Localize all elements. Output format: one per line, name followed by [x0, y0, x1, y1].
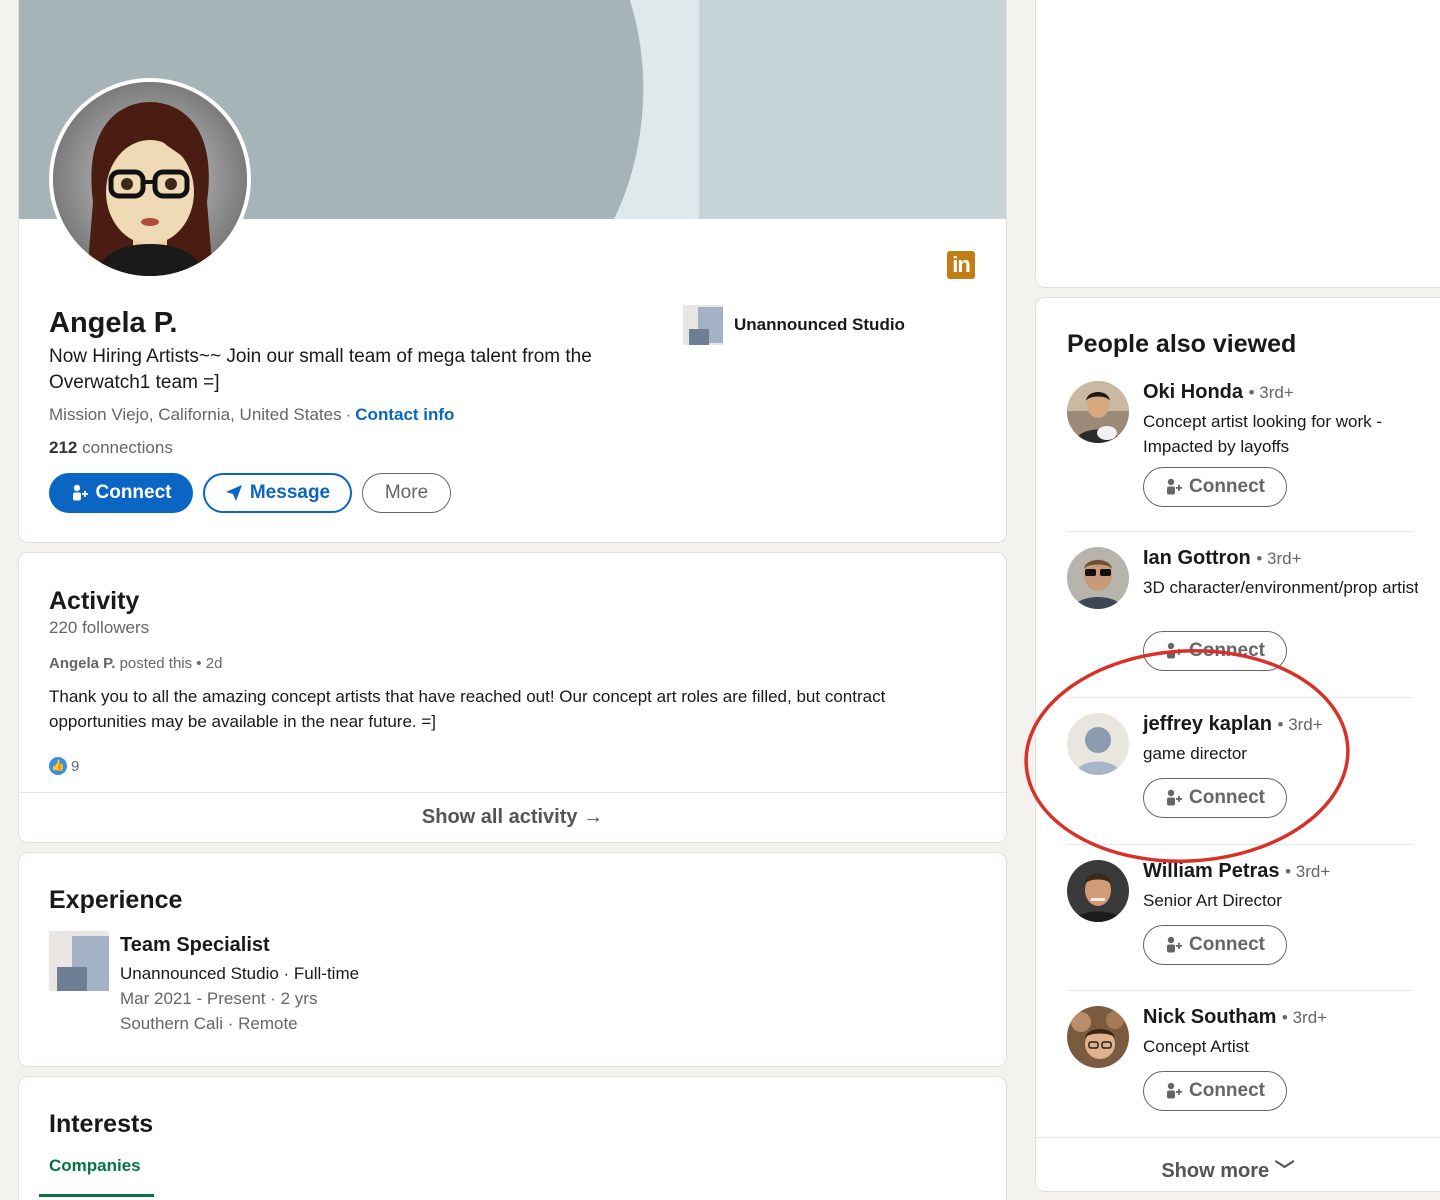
connections-label: connections: [82, 438, 173, 457]
profile-name: Angela P.: [49, 307, 178, 339]
connections-count[interactable]: 212 connections: [49, 438, 173, 458]
person-name[interactable]: William Petras • 3rd+: [1143, 860, 1330, 883]
activity-followers: 220 followers: [49, 618, 150, 637]
connect-label: Connect: [95, 482, 172, 503]
connections-number: 212: [49, 438, 78, 457]
job-location: Southern Cali · Remote: [120, 1014, 298, 1033]
person-avatar[interactable]: [1067, 381, 1129, 443]
show-more-button[interactable]: Show more ﹀: [1036, 1154, 1420, 1183]
divider: [1067, 844, 1412, 845]
person-avatar[interactable]: [1067, 1006, 1129, 1068]
person-avatar[interactable]: [1067, 547, 1129, 609]
divider: [1067, 990, 1412, 991]
active-tab-indicator: [39, 1194, 154, 1197]
post-reactions[interactable]: 👍 9: [49, 757, 79, 775]
sidebar-top-card: [1035, 0, 1440, 288]
divider: [19, 792, 1006, 793]
add-person-icon: [1167, 789, 1182, 806]
person-connect-button[interactable]: Connect: [1143, 778, 1287, 818]
linkedin-logo-icon: in: [947, 251, 975, 279]
interests-card: Interests Companies: [18, 1076, 1007, 1200]
connect-button[interactable]: Connect: [49, 473, 193, 513]
add-person-icon: [1167, 936, 1182, 953]
person-name[interactable]: Ian Gottron • 3rd+: [1143, 547, 1302, 570]
add-person-icon: [72, 484, 88, 501]
experience-card: Experience Team Specialist Unannounced S…: [18, 852, 1007, 1067]
people-also-viewed-card: People also viewed Oki Honda • 3rd+ Conc…: [1035, 297, 1440, 1192]
person-name[interactable]: jeffrey kaplan • 3rd+: [1143, 713, 1323, 736]
person-headline: game director: [1143, 744, 1247, 763]
send-icon: [225, 485, 242, 501]
connection-degree: • 3rd+: [1277, 715, 1323, 734]
divider: [1036, 1137, 1440, 1138]
profile-headline: Now Hiring Artists~~ Join our small team…: [49, 346, 592, 393]
more-label: More: [384, 482, 429, 503]
person-avatar-placeholder[interactable]: [1067, 713, 1129, 775]
interests-title: Interests: [49, 1110, 154, 1138]
add-person-icon: [1167, 642, 1182, 659]
connection-degree: • 3rd+: [1256, 549, 1302, 568]
more-button[interactable]: More: [362, 473, 451, 513]
job-title: Team Specialist: [120, 934, 270, 956]
activity-title: Activity: [49, 587, 140, 615]
location-separator: ·: [345, 405, 352, 424]
profile-location-line: Mission Viejo, California, United States…: [49, 405, 454, 425]
person-headline: 3D character/environment/prop artist loo…: [1143, 578, 1418, 597]
like-icon: 👍: [49, 757, 67, 775]
show-all-activity-button[interactable]: Show all activity →: [19, 806, 1006, 829]
person-headline: Concept Artist: [1143, 1037, 1249, 1056]
message-label: Message: [249, 482, 331, 503]
job-dates: Mar 2021 - Present · 2 yrs: [120, 989, 318, 1008]
divider: [1067, 697, 1412, 698]
contact-info-link[interactable]: Contact info: [355, 405, 454, 424]
experience-title: Experience: [49, 886, 183, 914]
divider: [1067, 531, 1412, 532]
profile-avatar[interactable]: [49, 78, 251, 280]
connection-degree: • 3rd+: [1285, 862, 1331, 881]
tab-companies[interactable]: Companies: [49, 1156, 141, 1176]
person-avatar[interactable]: [1067, 860, 1129, 922]
job-company: Unannounced Studio · Full-time: [120, 964, 360, 983]
person-connect-button[interactable]: Connect: [1143, 631, 1287, 671]
activity-card: Activity 220 followers Angela P. posted …: [18, 552, 1007, 843]
person-name[interactable]: Oki Honda • 3rd+: [1143, 381, 1294, 404]
profile-card: in Unannounced Studio Angela P. Now Hiri…: [18, 0, 1007, 543]
post-time: posted this • 2d: [119, 655, 223, 672]
person-connect-button[interactable]: Connect: [1143, 467, 1287, 507]
connection-degree: • 3rd+: [1248, 383, 1294, 402]
connection-degree: • 3rd+: [1281, 1008, 1328, 1027]
current-company-link[interactable]: Unannounced Studio: [734, 315, 905, 335]
post-meta: Angela P. posted this • 2d: [49, 655, 222, 672]
add-person-icon: [1167, 478, 1182, 495]
like-count: 9: [71, 757, 80, 775]
profile-location: Mission Viejo, California, United States: [49, 405, 342, 424]
experience-company-logo[interactable]: [49, 931, 109, 991]
person-connect-button[interactable]: Connect: [1143, 925, 1287, 965]
add-person-icon: [1167, 1082, 1182, 1099]
company-logo[interactable]: [683, 305, 723, 345]
person-headline: Senior Art Director: [1143, 891, 1282, 910]
people-also-viewed-title: People also viewed: [1067, 330, 1297, 358]
message-button[interactable]: Message: [203, 473, 352, 513]
person-headline: Concept artist looking for work - Impact…: [1143, 412, 1383, 456]
person-name[interactable]: Nick Southam • 3rd+: [1143, 1006, 1327, 1029]
post-author[interactable]: Angela P.: [49, 655, 115, 672]
person-connect-button[interactable]: Connect: [1143, 1071, 1287, 1111]
post-text[interactable]: Thank you to all the amazing concept art…: [49, 684, 979, 734]
